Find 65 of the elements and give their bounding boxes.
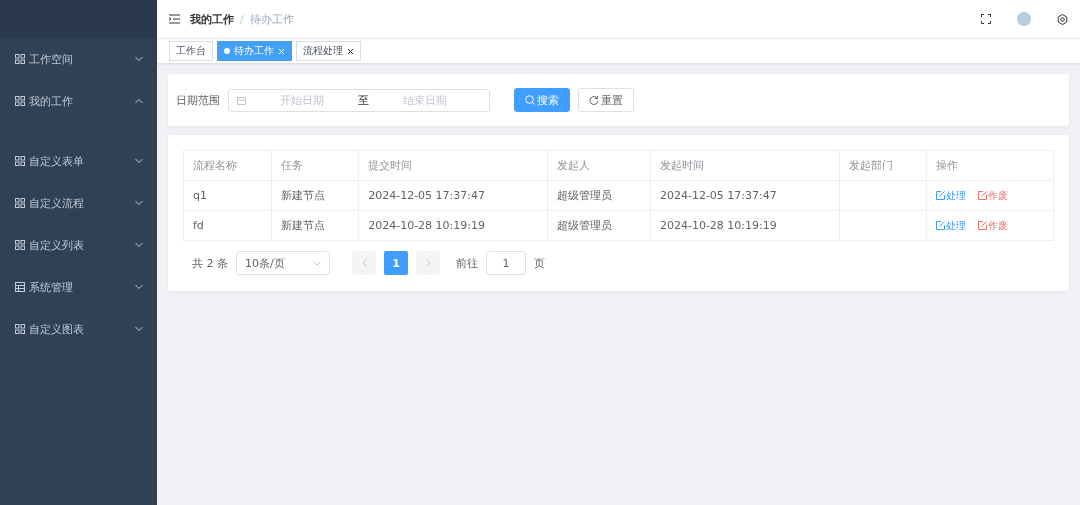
- grid-icon: [15, 198, 25, 208]
- fullscreen-icon[interactable]: [981, 14, 991, 24]
- table-cell: fd: [193, 219, 204, 232]
- close-icon: [278, 47, 285, 55]
- tab[interactable]: 流程处理: [296, 41, 361, 61]
- sidebar-item[interactable]: 自定义列表: [0, 224, 157, 266]
- table-cell: 2024-12-05 17:37:47: [368, 189, 485, 202]
- total-count: 共 2 条: [192, 255, 228, 271]
- edit-icon: [936, 191, 946, 200]
- sidebar-item[interactable]: 自定义图表: [0, 308, 157, 350]
- refresh-icon: [589, 95, 599, 105]
- chevron-down-icon: [135, 200, 143, 206]
- grid-icon: [15, 54, 25, 64]
- chevron-left-icon: [361, 259, 367, 267]
- edit-icon: [936, 221, 946, 230]
- edit-icon: [978, 221, 988, 230]
- chevron-right-icon: [425, 259, 431, 267]
- column-header: 操作: [926, 150, 1054, 181]
- filter-label: 日期范围: [176, 92, 220, 108]
- column-header: 任务: [271, 150, 359, 181]
- chevron-down-icon: [135, 242, 143, 248]
- edit-icon: [978, 191, 988, 200]
- grid-icon: [15, 96, 25, 106]
- grid-icon: [15, 324, 25, 334]
- grid-icon: [15, 156, 25, 166]
- search-icon: [525, 95, 535, 105]
- page-number-field[interactable]: 1: [486, 251, 526, 275]
- sidebar-item[interactable]: 自定义表单: [0, 140, 157, 182]
- chevron-down-icon: [135, 284, 143, 290]
- breadcrumb-item[interactable]: 我的工作: [190, 11, 234, 27]
- table-cell: q1: [193, 189, 207, 202]
- page-size-select[interactable]: 10条/页: [236, 251, 330, 275]
- grid-icon: [15, 240, 25, 250]
- settings-icon[interactable]: [1057, 13, 1068, 25]
- chevron-down-icon: [313, 260, 321, 266]
- sidebar-item[interactable]: 工作空间: [0, 38, 157, 80]
- sidebar-item[interactable]: 我的工作: [0, 80, 157, 122]
- sidebar-item[interactable]: 自定义流程: [0, 182, 157, 224]
- chevron-down-icon: [135, 56, 143, 62]
- page-unit-label: 页: [534, 255, 545, 271]
- goto-label: 前往: [456, 255, 478, 271]
- close-icon: [347, 47, 354, 55]
- table-cell: 新建节点: [280, 189, 325, 202]
- sidebar-item[interactable]: 系统管理: [0, 266, 157, 308]
- column-header: 发起部门: [839, 150, 927, 181]
- table-cell: 2024-12-05 17:37:47: [659, 189, 777, 202]
- breadcrumb-item: 待办工作: [249, 11, 294, 27]
- table-icon: [15, 282, 25, 292]
- column-header: 发起人: [547, 150, 651, 181]
- table-cell: 超级管理员: [557, 219, 613, 232]
- table-cell: 2024-10-28 10:19:19: [659, 219, 777, 232]
- table-cell: 新建节点: [280, 219, 325, 232]
- tab[interactable]: 工作台: [169, 41, 213, 61]
- table-cell: 超级管理员: [557, 189, 613, 202]
- table-cell: 2024-10-28 10:19:19: [368, 219, 485, 232]
- chevron-down-icon: [135, 158, 143, 164]
- chevron-down-icon: [135, 326, 143, 332]
- reset-button[interactable]: 重置: [578, 88, 634, 112]
- column-header: 流程名称: [183, 150, 272, 181]
- breadcrumb-separator: /: [240, 12, 244, 26]
- calendar-icon: [237, 95, 246, 105]
- column-header: 发起时间: [650, 150, 840, 181]
- column-header: 提交时间: [358, 150, 548, 181]
- chevron-up-icon: [135, 98, 143, 104]
- menu-icon[interactable]: [169, 14, 180, 24]
